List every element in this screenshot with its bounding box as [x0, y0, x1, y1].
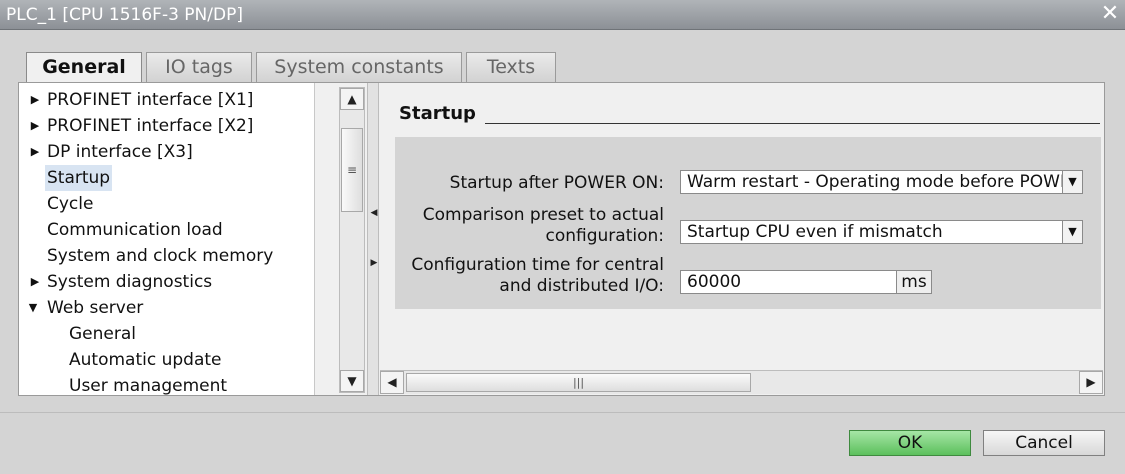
dialog-footer: OK Cancel — [0, 412, 1125, 474]
tree-item-label: System and clock memory — [47, 246, 274, 266]
tree-item-startup[interactable]: Startup — [19, 165, 314, 191]
tree-item-label: Automatic update — [69, 350, 222, 370]
tab-system-constants[interactable]: System constants — [256, 52, 462, 82]
tab-io-tags[interactable]: IO tags — [146, 52, 252, 82]
tree-item-label: User management — [69, 376, 228, 395]
config-time-label-line1: Configuration time for central — [411, 255, 664, 275]
config-time-unit: ms — [897, 270, 932, 294]
scroll-thumb[interactable]: ||| — [406, 373, 751, 392]
expand-arrow-icon[interactable]: ▶ — [29, 269, 41, 295]
settings-pane: Startup Startup after POWER ON: Warm res… — [380, 83, 1104, 395]
comparison-value: Startup CPU even if mismatch — [687, 222, 943, 242]
pane-splitter[interactable]: ◀ ▶ — [367, 83, 379, 395]
comparison-label-line1: Comparison preset to actual — [422, 205, 664, 225]
expand-arrow-icon[interactable]: ▶ — [29, 87, 41, 113]
cancel-button[interactable]: Cancel — [983, 430, 1105, 456]
tree-item-label: DP interface [X3] — [47, 142, 193, 162]
settings-horizontal-scrollbar[interactable]: ◀ ||| ▶ — [380, 370, 1103, 394]
comparison-label-line2: configuration: — [545, 226, 665, 246]
tree-item-dp-interface[interactable]: ▶ DP interface [X3] — [19, 139, 314, 165]
tree-item-automatic-update[interactable]: Automatic update — [19, 347, 314, 373]
tree-item-communication-load[interactable]: Communication load — [19, 217, 314, 243]
power-on-value: Warm restart - Operating mode before POW… — [687, 172, 1083, 192]
config-time-label-line2: and distributed I/O: — [499, 276, 664, 296]
scroll-thumb[interactable]: ≡ — [341, 128, 363, 212]
tree-item-cycle[interactable]: Cycle — [19, 191, 314, 217]
power-on-select[interactable]: Warm restart - Operating mode before POW… — [680, 170, 1083, 194]
tree-vertical-scrollbar[interactable]: ▲ ≡ ▼ — [339, 87, 365, 393]
expand-arrow-icon[interactable]: ▶ — [29, 113, 41, 139]
tree-item-label: Communication load — [47, 220, 223, 240]
collapse-left-icon[interactable]: ◀ — [370, 198, 378, 228]
close-icon[interactable]: ✕ — [1099, 3, 1121, 25]
tab-texts[interactable]: Texts — [466, 52, 556, 82]
tree-item-web-general[interactable]: General — [19, 321, 314, 347]
expand-right-icon[interactable]: ▶ — [370, 248, 378, 278]
tab-general[interactable]: General — [26, 52, 142, 84]
tree-item-system-diagnostics[interactable]: ▶ System diagnostics — [19, 269, 314, 295]
chevron-down-icon[interactable]: ▼ — [1062, 171, 1082, 193]
tree-item-system-clock-memory[interactable]: System and clock memory — [19, 243, 314, 269]
tree-item-label: Startup — [45, 165, 113, 191]
navigation-tree: ▶ PROFINET interface [X1] ▶ PROFINET int… — [19, 83, 315, 395]
config-time-input[interactable]: 60000 — [680, 270, 897, 294]
window-titlebar: PLC_1 [CPU 1516F-3 PN/DP] ✕ — [0, 0, 1125, 30]
expand-arrow-icon[interactable]: ▶ — [29, 139, 41, 165]
tree-item-label: Cycle — [47, 194, 94, 214]
section-title: Startup — [399, 103, 476, 124]
tree-item-user-management[interactable]: User management — [19, 373, 314, 395]
chevron-down-icon[interactable]: ▼ — [1062, 221, 1082, 243]
tree-item-label: General — [69, 324, 136, 344]
scroll-up-icon[interactable]: ▲ — [340, 88, 364, 110]
tree-item-label: PROFINET interface [X1] — [47, 90, 254, 110]
scroll-left-icon[interactable]: ◀ — [380, 371, 404, 394]
tree-item-web-server[interactable]: ▼ Web server — [19, 295, 314, 321]
tree-item-label: Web server — [47, 298, 144, 318]
scroll-down-icon[interactable]: ▼ — [340, 370, 364, 392]
tree-item-profinet-x2[interactable]: ▶ PROFINET interface [X2] — [19, 113, 314, 139]
comparison-select[interactable]: Startup CPU even if mismatch ▼ — [680, 220, 1083, 244]
tree-item-label: System diagnostics — [47, 272, 213, 292]
tree-item-profinet-x1[interactable]: ▶ PROFINET interface [X1] — [19, 87, 314, 113]
section-divider — [485, 123, 1100, 124]
collapse-arrow-icon[interactable]: ▼ — [27, 295, 39, 321]
window-title: PLC_1 [CPU 1516F-3 PN/DP] — [6, 5, 243, 25]
ok-button[interactable]: OK — [849, 430, 971, 456]
properties-frame: ▶ PROFINET interface [X1] ▶ PROFINET int… — [18, 82, 1105, 396]
power-on-label: Startup after POWER ON: — [449, 173, 664, 193]
tree-item-label: PROFINET interface [X2] — [47, 116, 254, 136]
scroll-right-icon[interactable]: ▶ — [1079, 371, 1103, 394]
